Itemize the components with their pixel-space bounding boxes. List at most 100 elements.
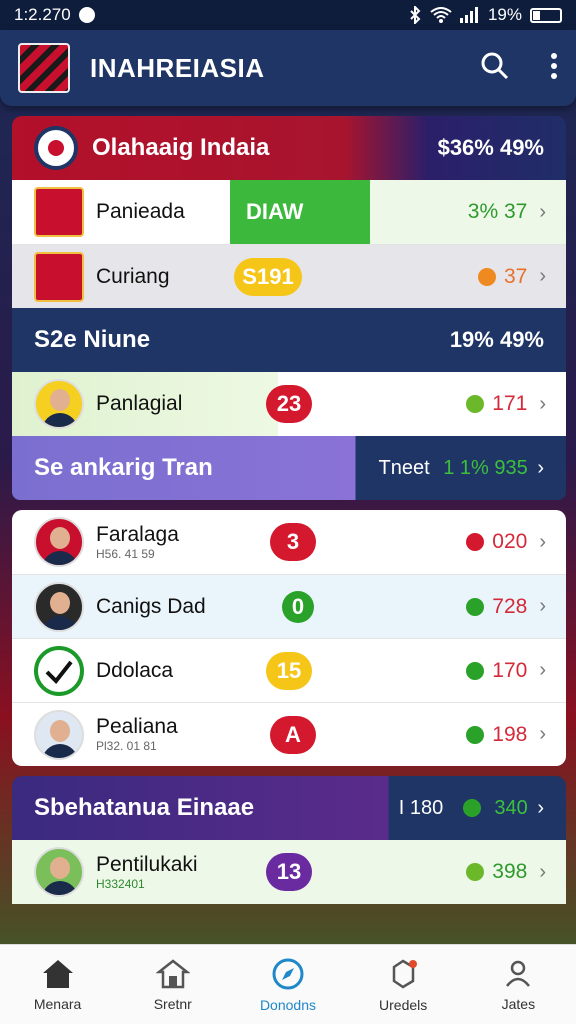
notification-bell-icon [392, 959, 418, 988]
item-name: Curiang [96, 264, 170, 288]
avatar [34, 379, 84, 429]
section-3-list: Faralaga H56. 41 59 3 020 › Canigs Dad 0… [12, 510, 566, 766]
avatar [34, 709, 84, 760]
status-bar: 1:2.270 19% [0, 0, 576, 30]
compass-icon [272, 958, 304, 989]
nav-label: Sretnr [153, 995, 192, 1012]
status-dot-icon [466, 395, 485, 413]
score-badge: A [270, 716, 316, 754]
battery-icon [530, 7, 562, 23]
status-dot-icon [466, 533, 485, 551]
list-item[interactable]: Curiang S191 37 › [12, 244, 566, 308]
list-item[interactable]: Canigs Dad 0 728 › [12, 574, 566, 638]
store-icon [155, 958, 190, 988]
list-item[interactable]: Panieada DIAW 3% 37 › [12, 180, 566, 244]
notification-icon [78, 7, 95, 23]
chevron-right-icon: › [539, 392, 546, 415]
section-4-list: Pentilukaki H332401 13 398 › [12, 840, 566, 904]
section-header-2[interactable]: S2e Niune 19% 49% [12, 308, 566, 372]
app-bar: INAHREIASIA [0, 30, 576, 106]
nav-item-discover[interactable]: Donodns [238, 957, 338, 1013]
item-value: 020 [492, 530, 528, 553]
users-icon [506, 960, 531, 987]
content: Olahaaig Indaia $36% 49% Panieada DIAW 3… [12, 116, 566, 904]
item-name: Faralaga [96, 522, 179, 546]
nav-item-teams[interactable]: Jates [468, 958, 568, 1012]
crest-icon [34, 251, 84, 302]
status-badge: S191 [234, 258, 302, 296]
item-subtitle: Pl32. 01 81 [96, 739, 157, 754]
nav-item-updates[interactable]: Uredels [353, 957, 453, 1013]
item-name: Pealiana [96, 715, 178, 739]
chevron-right-icon: › [537, 456, 544, 479]
list-item[interactable]: Pentilukaki H332401 13 398 › [12, 840, 566, 904]
bottom-nav: Menara Sretnr Donodns Uredels Jates [0, 944, 576, 1024]
nav-item-home[interactable]: Menara [8, 958, 108, 1012]
item-value: 198 [492, 722, 528, 746]
section-header-3[interactable]: Se ankarig Tran Tneet 1 1% 935 › [12, 436, 566, 500]
status-dot-icon [466, 863, 485, 881]
chevron-right-icon: › [539, 200, 546, 223]
section-1-list: Panieada DIAW 3% 37 › Curiang S191 37 › [12, 180, 566, 308]
nav-label: Uredels [379, 996, 428, 1013]
list-item[interactable]: Ddolaca 15 170 › [12, 638, 566, 702]
chevron-right-icon: › [539, 265, 546, 287]
section-value: 19% 49% [449, 327, 544, 352]
score-badge: 23 [266, 385, 312, 423]
item-value: 398 [492, 860, 528, 883]
chevron-right-icon: › [539, 860, 546, 883]
bluetooth-icon [408, 6, 422, 24]
item-name: Panlagial [96, 392, 183, 415]
nav-item-store[interactable]: Sretnr [123, 958, 223, 1012]
list-item[interactable]: Panlagial 23 171 › [12, 372, 566, 436]
section-header-1[interactable]: Olahaaig Indaia $36% 49% [12, 116, 566, 180]
section-header-4[interactable]: Sbehatanua Einaae I 180 340 › [12, 776, 566, 840]
avatar [34, 517, 84, 567]
score-badge: 13 [266, 853, 312, 891]
status-dot-icon [477, 267, 496, 286]
item-value: 171 [492, 392, 528, 415]
item-name: Pentilukaki [96, 852, 198, 876]
item-name: Panieada [96, 200, 185, 223]
battery-percent: 19% [487, 5, 522, 24]
section-title: Se ankarig Tran [34, 454, 213, 481]
section-2-list: Panlagial 23 171 › [12, 372, 566, 436]
nav-label: Donodns [259, 996, 316, 1013]
item-value: 170 [492, 658, 528, 682]
app-title: INAHREIASIA [90, 52, 265, 83]
section-title: S2e Niune [34, 326, 151, 353]
nav-label: Menara [33, 995, 82, 1012]
status-dot-icon [466, 661, 485, 680]
section-value: 1 1% 935 [443, 456, 528, 479]
section-value-label: I 180 [398, 796, 444, 819]
club-logo-icon [34, 126, 78, 170]
more-options-icon[interactable] [550, 52, 558, 85]
chevron-right-icon: › [537, 796, 544, 819]
wifi-icon [430, 7, 452, 23]
status-time: 1:2.270 [14, 5, 71, 24]
list-item[interactable]: Faralaga H56. 41 59 3 020 › [12, 510, 566, 574]
chevron-right-icon: › [539, 595, 546, 617]
status-dot-icon [466, 725, 485, 744]
item-name: Ddolaca [96, 658, 174, 682]
checkmark-icon [34, 645, 84, 696]
avatar [34, 847, 84, 897]
item-subtitle: H332401 [96, 876, 145, 891]
item-value: 37 [503, 264, 528, 288]
section-title: Sbehatanua Einaae [34, 794, 255, 821]
section-value: 340 [494, 796, 528, 819]
search-icon[interactable] [480, 51, 510, 86]
chevron-right-icon: › [539, 723, 546, 745]
nav-label: Jates [501, 995, 536, 1012]
score-badge: 3 [270, 523, 316, 561]
chevron-right-icon: › [539, 659, 546, 681]
chevron-right-icon: › [539, 530, 546, 553]
home-icon [42, 959, 73, 988]
item-value: 3% 37 [467, 200, 528, 223]
section-title: Olahaaig Indaia [92, 134, 270, 161]
avatar [34, 581, 84, 632]
status-dot-icon [462, 799, 481, 818]
score-badge: 15 [266, 652, 312, 690]
list-item[interactable]: Pealiana Pl32. 01 81 A 198 › [12, 702, 566, 766]
item-subtitle: H56. 41 59 [96, 546, 155, 561]
